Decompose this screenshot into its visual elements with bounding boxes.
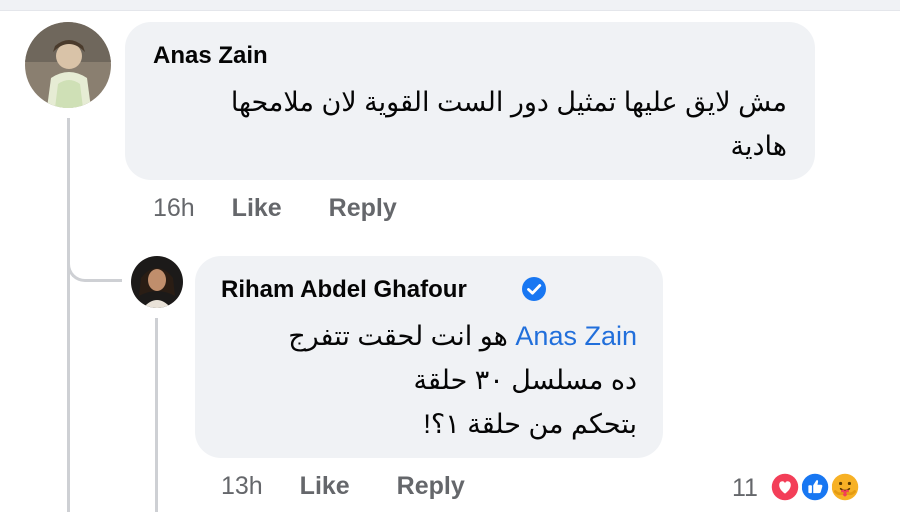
avatar-riham[interactable]	[131, 256, 183, 308]
reply-like-button[interactable]: Like	[300, 472, 350, 500]
reaction-summary[interactable]: 11	[730, 468, 890, 508]
like-reaction-icon	[798, 470, 832, 504]
top-divider	[0, 0, 900, 11]
thread-line-main	[67, 118, 70, 512]
mention-link[interactable]: Anas Zain	[515, 321, 637, 351]
avatar-photo-icon	[25, 22, 111, 108]
reply-meta: 13h Like Reply	[221, 472, 465, 501]
love-reaction-icon	[768, 470, 802, 504]
comment-author[interactable]: Anas Zain	[153, 42, 268, 70]
like-button[interactable]: Like	[232, 194, 282, 222]
reply-reply-button[interactable]: Reply	[397, 472, 465, 500]
reply-text-line-1-rest: هو انت لحقت تتفرج	[288, 321, 508, 351]
care-reaction-icon	[828, 470, 862, 504]
comment-time[interactable]: 16h	[153, 194, 195, 222]
thread-line-branch	[67, 250, 122, 282]
avatar-anas-zain[interactable]	[25, 22, 111, 108]
avatar-photo-icon	[131, 256, 183, 308]
reply-text-line-1: Anas Zain هو انت لحقت تتفرج	[288, 316, 637, 356]
comment-bubble-anas: Anas Zain مش لايق عليها تمثيل دور الست ا…	[125, 22, 815, 180]
reaction-count: 11	[732, 474, 758, 502]
thread-line-reply	[155, 318, 158, 512]
comment-meta: 16h Like Reply	[153, 194, 397, 223]
verified-badge-icon	[522, 277, 546, 301]
reply-text-line-2: ده مسلسل ٣٠ حلقة	[413, 365, 637, 395]
reply-time[interactable]: 13h	[221, 472, 263, 500]
reply-text-line-3: بتحكم من حلقة ١؟!	[423, 409, 637, 439]
comment-text-line-1: مش لايق عليها تمثيل دور الست القوية لان …	[230, 87, 787, 117]
reply-author[interactable]: Riham Abdel Ghafour	[221, 276, 467, 304]
comment-text-line-2: هادية	[730, 131, 787, 161]
reply-button[interactable]: Reply	[329, 194, 397, 222]
reply-bubble-riham: Riham Abdel Ghafour Anas Zain هو انت لحق…	[195, 256, 663, 458]
